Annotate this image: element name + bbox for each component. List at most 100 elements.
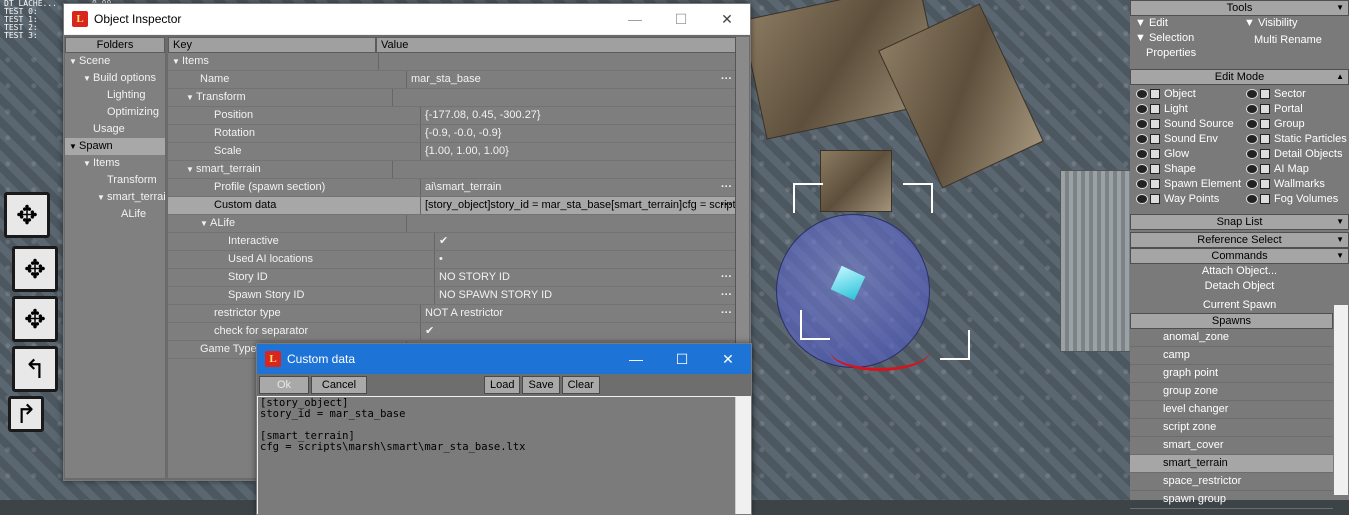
property-value[interactable]: NO STORY ID ··· — [435, 269, 736, 286]
property-value[interactable]: ai\smart_terrain ··· — [421, 179, 736, 196]
checkbox[interactable] — [1150, 89, 1160, 100]
edit-mode-item[interactable]: Portal — [1240, 102, 1303, 117]
property-row[interactable]: ▼ Items — [168, 53, 736, 71]
property-row[interactable]: ▼ ALife — [168, 215, 736, 233]
property-value[interactable]: NOT A restrictor ··· — [421, 305, 736, 322]
property-value[interactable]: [story_object]story_id = mar_sta_base[sm… — [421, 197, 736, 214]
eye-icon[interactable] — [1136, 149, 1148, 160]
eye-icon[interactable] — [1136, 194, 1148, 205]
ellipsis-button[interactable]: ··· — [721, 305, 732, 322]
edit-mode-item[interactable]: Object — [1130, 87, 1196, 102]
attach-object-button[interactable]: Attach Object... — [1130, 264, 1349, 279]
property-value[interactable]: mar_sta_base ··· — [407, 71, 736, 88]
edit-mode-item[interactable]: Sound Env — [1130, 132, 1218, 147]
eye-icon[interactable] — [1246, 104, 1258, 115]
folder-item[interactable]: Optimizing — [65, 104, 165, 121]
expand-triangle-icon[interactable]: ▼ — [186, 89, 196, 106]
edit-menu[interactable]: ▼ Edit — [1135, 16, 1168, 31]
property-row[interactable]: ▼ smart_terrain — [168, 161, 736, 179]
property-value[interactable] — [379, 53, 736, 70]
spawn-list-item[interactable]: anomal_zone — [1130, 329, 1333, 347]
property-row[interactable]: Used AI locations • — [168, 251, 736, 269]
snap-list-header[interactable]: Snap List ▼ — [1130, 214, 1349, 230]
property-row[interactable]: Rotation {-0.9, -0.0, -0.9} — [168, 125, 736, 143]
expand-triangle-icon[interactable]: ▼ — [83, 155, 93, 172]
folder-item[interactable]: Transform — [65, 172, 165, 189]
cancel-button[interactable]: Cancel — [311, 376, 367, 394]
minimize-icon[interactable]: — — [613, 344, 659, 374]
custom-data-editor[interactable]: [story_object] story_id = mar_sta_base [… — [258, 397, 735, 514]
eye-icon[interactable] — [1246, 179, 1258, 190]
eye-icon[interactable] — [1136, 89, 1148, 100]
property-row[interactable]: Name mar_sta_base ··· — [168, 71, 736, 89]
folders-tree[interactable]: Folders ▼ Scene ▼ Build options Lighting Opti… — [65, 37, 165, 478]
commands-header[interactable]: Commands ▼ — [1130, 248, 1349, 264]
ok-button[interactable]: Ok — [259, 376, 309, 394]
checkbox[interactable] — [1260, 119, 1270, 130]
property-row[interactable]: Story ID NO STORY ID ··· — [168, 269, 736, 287]
edit-mode-item[interactable]: Glow — [1130, 147, 1189, 162]
detach-object-button[interactable]: Detach Object — [1130, 279, 1349, 294]
property-value[interactable] — [393, 161, 736, 178]
checkbox[interactable] — [1150, 194, 1160, 205]
spawn-list-scrollbar[interactable] — [1334, 305, 1348, 495]
eye-icon[interactable] — [1246, 134, 1258, 145]
checkbox[interactable] — [1260, 134, 1270, 145]
eye-icon[interactable] — [1246, 194, 1258, 205]
folder-item[interactable]: ▼ Spawn — [65, 138, 165, 155]
checkbox[interactable] — [1260, 194, 1270, 205]
property-row[interactable]: Profile (spawn section) ai\smart_terrain ·… — [168, 179, 736, 197]
properties-button[interactable]: Properties — [1146, 46, 1196, 61]
spawn-list-item[interactable]: smart_cover — [1130, 437, 1333, 455]
property-value[interactable] — [393, 89, 736, 106]
edit-mode-item[interactable]: Sound Source — [1130, 117, 1234, 132]
folder-item[interactable]: ▼ Scene — [65, 53, 165, 70]
property-row[interactable]: Custom data [story_object]story_id = mar_… — [168, 197, 736, 215]
folder-item[interactable]: ▼ Items — [65, 155, 165, 172]
reference-select-header[interactable]: Reference Select ▼ — [1130, 232, 1349, 248]
edit-mode-item[interactable]: Static Particles — [1240, 132, 1347, 147]
eye-icon[interactable] — [1136, 179, 1148, 190]
folder-item[interactable]: ▼ smart_terrai — [65, 189, 165, 206]
eye-icon[interactable] — [1136, 104, 1148, 115]
property-value[interactable]: ✔ — [435, 233, 736, 250]
titlebar[interactable]: L Custom data — ☐ ✕ — [257, 344, 751, 374]
eye-icon[interactable] — [1136, 134, 1148, 145]
spawn-list-item[interactable]: camp — [1130, 347, 1333, 365]
eye-icon[interactable] — [1246, 119, 1258, 130]
property-row[interactable]: Interactive ✔ — [168, 233, 736, 251]
property-row[interactable]: Position {-177.08, 0.45, -300.27} — [168, 107, 736, 125]
checkbox[interactable] — [1260, 149, 1270, 160]
edit-mode-item[interactable]: Spawn Element — [1130, 177, 1241, 192]
titlebar[interactable]: L Object Inspector — ☐ ✕ — [64, 4, 750, 34]
property-row[interactable]: restrictor type NOT A restrictor ··· — [168, 305, 736, 323]
eye-icon[interactable] — [1136, 119, 1148, 130]
property-row[interactable]: ▼ Transform — [168, 89, 736, 107]
edit-mode-item[interactable]: Wallmarks — [1240, 177, 1325, 192]
editor-scrollbar[interactable] — [735, 397, 750, 514]
ellipsis-button[interactable]: ··· — [721, 269, 732, 286]
folder-item[interactable]: ▼ Build options — [65, 70, 165, 87]
spawn-list[interactable]: anomal_zone camp graph point group zone leve… — [1130, 329, 1333, 509]
expand-triangle-icon[interactable]: ▼ — [83, 70, 93, 87]
checkbox[interactable] — [1150, 179, 1160, 190]
expand-triangle-icon[interactable]: ▼ — [69, 53, 79, 70]
edit-mode-item[interactable]: Way Points — [1130, 192, 1219, 207]
edit-mode-item[interactable]: Group — [1240, 117, 1305, 132]
folder-item[interactable]: Lighting — [65, 87, 165, 104]
property-value[interactable]: {1.00, 1.00, 1.00} — [421, 143, 736, 160]
checkbox[interactable] — [1260, 164, 1270, 175]
checkbox[interactable] — [1260, 104, 1270, 115]
expand-triangle-icon[interactable]: ▼ — [186, 161, 196, 178]
close-icon[interactable]: ✕ — [705, 344, 751, 374]
spawn-list-item[interactable]: group zone — [1130, 383, 1333, 401]
checkbox[interactable] — [1150, 119, 1160, 130]
spawn-list-item[interactable]: graph point — [1130, 365, 1333, 383]
ellipsis-button[interactable]: ··· — [721, 71, 732, 88]
edit-mode-item[interactable]: Shape — [1130, 162, 1196, 177]
expand-triangle-icon[interactable]: ▼ — [97, 189, 107, 206]
property-value[interactable]: NO SPAWN STORY ID ··· — [435, 287, 736, 304]
visibility-menu[interactable]: ▼ Visibility — [1244, 16, 1297, 31]
expand-triangle-icon[interactable]: ▼ — [200, 215, 210, 232]
property-value[interactable]: ✔ — [421, 323, 736, 340]
